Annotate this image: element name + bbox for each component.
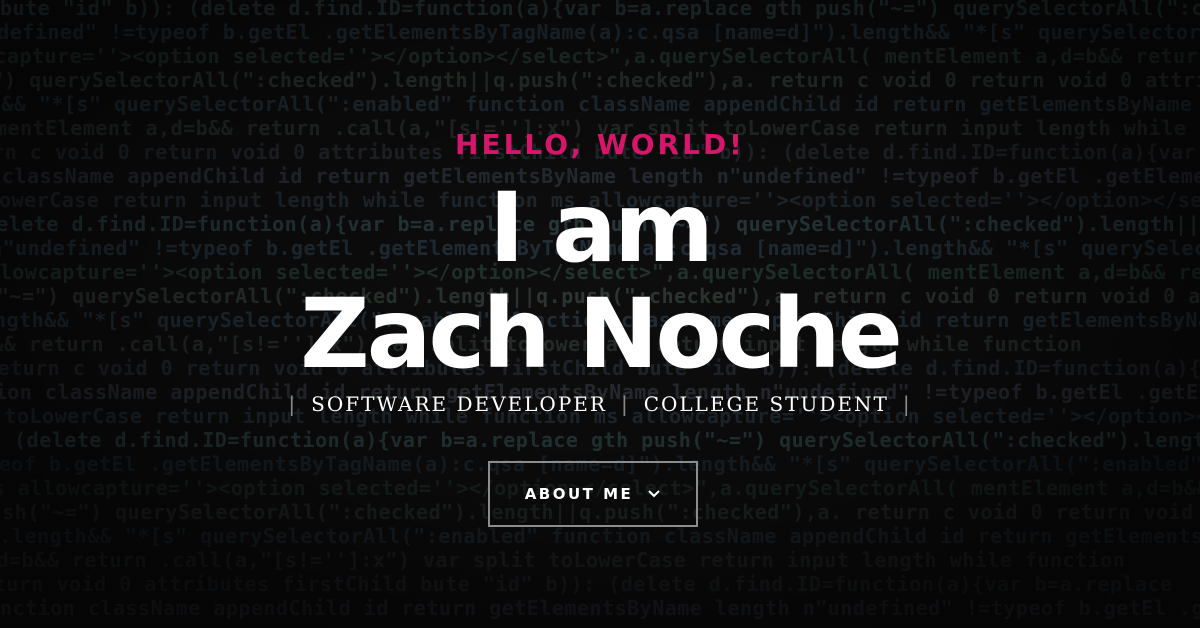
hero-greeting: HELLO, WORLD! — [455, 128, 745, 161]
hero-roles: | SOFTWARE DEVELOPER | COLLEGE STUDENT | — [0, 392, 1200, 416]
about-me-label: ABOUT ME — [524, 485, 634, 503]
hero-section: HELLO, WORLD! I am Zach Noche | SOFTWARE … — [0, 0, 1200, 628]
hero-title-line2: Zach Noche — [300, 278, 903, 390]
role-separator: | — [620, 392, 630, 416]
role-separator: | — [288, 392, 298, 416]
hero-title-line1: I am — [489, 172, 714, 284]
chevron-down-icon — [648, 490, 661, 498]
role-software-developer: SOFTWARE DEVELOPER — [311, 392, 607, 416]
about-me-button[interactable]: ABOUT ME — [488, 461, 698, 527]
role-college-student: COLLEGE STUDENT — [643, 392, 889, 416]
role-separator: | — [902, 392, 912, 416]
